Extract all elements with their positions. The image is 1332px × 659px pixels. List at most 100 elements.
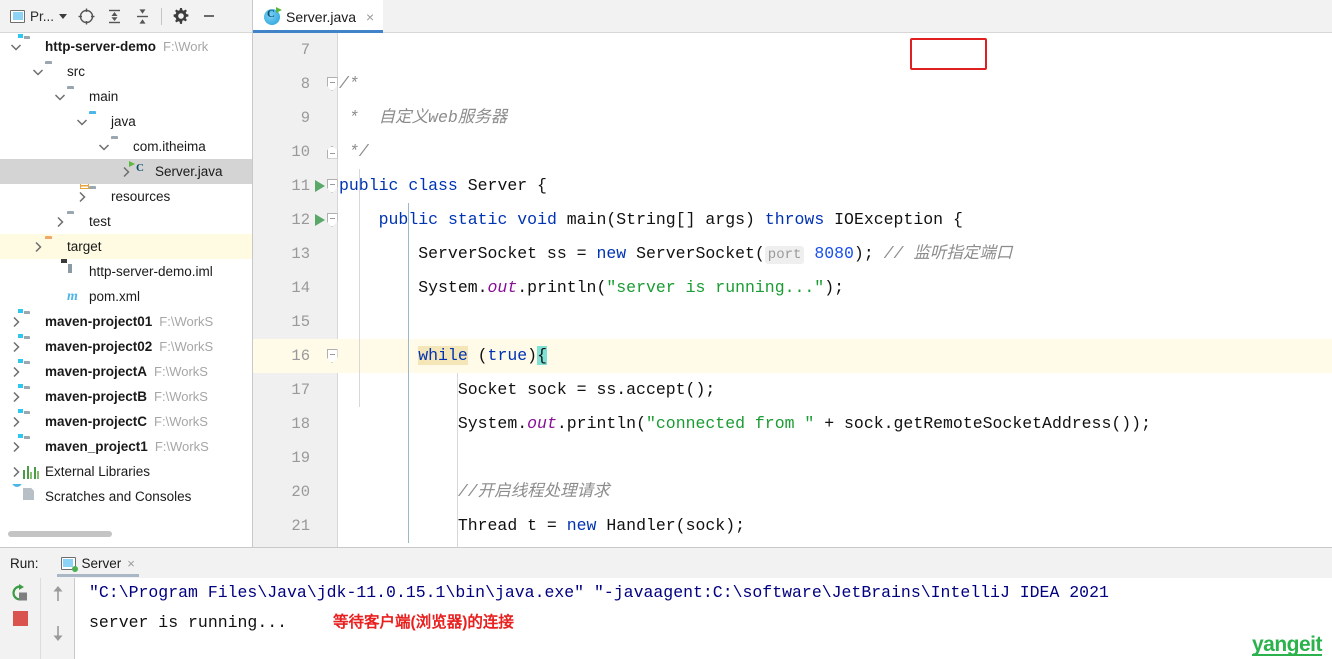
tree-item-pom-xml[interactable]: m pom.xml	[0, 284, 252, 309]
rerun-icon[interactable]	[10, 583, 30, 603]
tree-item-label: External Libraries	[45, 464, 151, 479]
tree-item-http-server-demo[interactable]: http-server-demo F:\Work	[0, 34, 252, 59]
tree-item-maven-projecta[interactable]: maven-projectA F:\WorkS	[0, 359, 252, 384]
module-folder-icon	[17, 434, 40, 455]
libraries-icon	[23, 463, 40, 480]
code-editor[interactable]: 7 8/* 9 * 自定义web服务器 10 */11 public class Ser…	[253, 33, 1332, 547]
tree-item-path: F:\WorkS	[159, 314, 214, 329]
fold-collapse-icon[interactable]	[325, 203, 339, 237]
code-line[interactable]: 17 Socket sock = ss.accept();	[253, 373, 1332, 407]
tree-item-src[interactable]: src	[0, 59, 252, 84]
stop-icon[interactable]	[12, 611, 28, 626]
code-lines[interactable]: 7 8/* 9 * 自定义web服务器 10 */11 public class Ser…	[253, 33, 1332, 547]
toolbar-divider	[161, 7, 163, 25]
code-line[interactable]: 12 public static void main(String[] args…	[253, 203, 1332, 237]
tree-item-com-itheima[interactable]: com.itheima	[0, 134, 252, 159]
tree-item-test[interactable]: test	[0, 209, 252, 234]
tree-item-label: Server.java	[155, 164, 223, 179]
collapse-all-icon[interactable]	[129, 3, 155, 29]
code-text: while (true){	[418, 346, 547, 365]
fold-collapse-icon[interactable]	[325, 67, 339, 101]
code-line[interactable]: 21 Thread t = new Handler(sock);	[253, 509, 1332, 543]
tree-item-maven-project1[interactable]: maven_project1 F:\WorkS	[0, 434, 252, 459]
chevron-down-icon[interactable]	[96, 134, 111, 159]
code-line[interactable]: 11 public class Server {	[253, 169, 1332, 203]
fold-collapse-icon[interactable]	[325, 339, 339, 373]
tree-item-resources[interactable]: resources	[0, 184, 252, 209]
tab-server-java[interactable]: Server.java ×	[253, 0, 384, 33]
tree-item-maven-projectb[interactable]: maven-projectB F:\WorkS	[0, 384, 252, 409]
project-tree[interactable]: http-server-demo F:\Work src main java com.it…	[0, 33, 252, 509]
code-text: public static void main(String[] args) t…	[379, 210, 963, 229]
tree-item-scratches-and-consoles[interactable]: Scratches and Consoles	[0, 484, 252, 509]
tree-item-maven-project02[interactable]: maven-project02 F:\WorkS	[0, 334, 252, 359]
tree-item-target[interactable]: target	[0, 234, 252, 259]
project-horizontal-scrollbar[interactable]	[8, 531, 112, 537]
code-line[interactable]: 15	[253, 305, 1332, 339]
code-line[interactable]: 20 //开启线程处理请求	[253, 475, 1332, 509]
locate-icon[interactable]	[73, 3, 99, 29]
code-text: Thread t = new Handler(sock);	[339, 516, 745, 535]
run-actions-left-2	[41, 578, 75, 659]
run-config-icon	[60, 556, 78, 572]
chevron-right-icon[interactable]	[52, 209, 67, 234]
code-line[interactable]: 14 System.out.println("server is running…	[253, 271, 1332, 305]
run-tab-server[interactable]: Server ×	[53, 548, 143, 578]
editor-tab-bar: Server.java ×	[253, 0, 1332, 33]
code-line[interactable]: 16 while (true){	[253, 339, 1332, 373]
source-folder-icon	[89, 113, 106, 130]
code-text: */	[339, 142, 369, 161]
minimize-icon[interactable]	[196, 3, 222, 29]
close-icon[interactable]: ×	[127, 556, 135, 571]
console-output[interactable]: "C:\Program Files\Java\jdk-11.0.15.1\bin…	[75, 578, 1332, 659]
iml-file-icon	[67, 263, 84, 280]
code-text: System.out.println("server is running...…	[339, 278, 845, 297]
tree-item-main[interactable]: main	[0, 84, 252, 109]
line-number: 20	[291, 483, 310, 501]
code-text: System.out.println("connected from " + s…	[339, 414, 1151, 433]
chevron-right-icon[interactable]	[30, 234, 45, 259]
chevron-down-icon[interactable]	[30, 59, 45, 84]
code-line[interactable]: 9 * 自定义web服务器	[253, 101, 1332, 135]
tree-item-label: maven_project1	[45, 439, 148, 454]
tree-item-maven-project01[interactable]: maven-project01 F:\WorkS	[0, 309, 252, 334]
chevron-right-icon[interactable]	[8, 459, 23, 484]
console-line-output: server is running...	[89, 613, 288, 632]
expand-all-icon[interactable]	[101, 3, 127, 29]
project-view-selector[interactable]: Pr...	[6, 7, 71, 26]
code-line[interactable]: 19	[253, 441, 1332, 475]
close-icon[interactable]: ×	[366, 10, 374, 24]
tree-item-label: resources	[111, 189, 171, 204]
tree-item-external-libraries[interactable]: External Libraries	[0, 459, 252, 484]
java-class-icon	[264, 7, 282, 25]
code-line[interactable]: 13 ServerSocket ss = new ServerSocket(po…	[253, 237, 1332, 271]
chevron-down-icon[interactable]	[74, 109, 89, 134]
tree-item-label: Scratches and Consoles	[45, 489, 192, 504]
line-number: 9	[300, 109, 310, 127]
code-line[interactable]: 7	[253, 33, 1332, 67]
tree-item-http-server-demo-iml[interactable]: http-server-demo.iml	[0, 259, 252, 284]
tree-item-maven-projectc[interactable]: maven-projectC F:\WorkS	[0, 409, 252, 434]
scroll-up-icon[interactable]	[50, 584, 66, 609]
tab-bar-empty	[383, 0, 1332, 33]
code-line[interactable]: 10 */	[253, 135, 1332, 169]
fold-end-icon[interactable]	[325, 135, 339, 169]
fold-collapse-icon[interactable]	[325, 169, 339, 203]
gear-icon[interactable]	[168, 3, 194, 29]
tree-item-java[interactable]: java	[0, 109, 252, 134]
tree-item-server-java[interactable]: Server.java	[0, 159, 252, 184]
run-tool-window: Run: Server × "C:\Program Files\Java\jdk…	[0, 547, 1332, 659]
scratches-icon	[23, 488, 40, 505]
code-line[interactable]: 18 System.out.println("connected from " …	[253, 407, 1332, 441]
indent-guide	[457, 373, 458, 547]
tab-label: Server.java	[286, 8, 357, 25]
code-line[interactable]: 8 /*	[253, 67, 1332, 101]
scroll-down-icon[interactable]	[50, 623, 66, 648]
module-folder-icon	[17, 309, 40, 330]
chevron-down-icon[interactable]	[52, 84, 67, 109]
